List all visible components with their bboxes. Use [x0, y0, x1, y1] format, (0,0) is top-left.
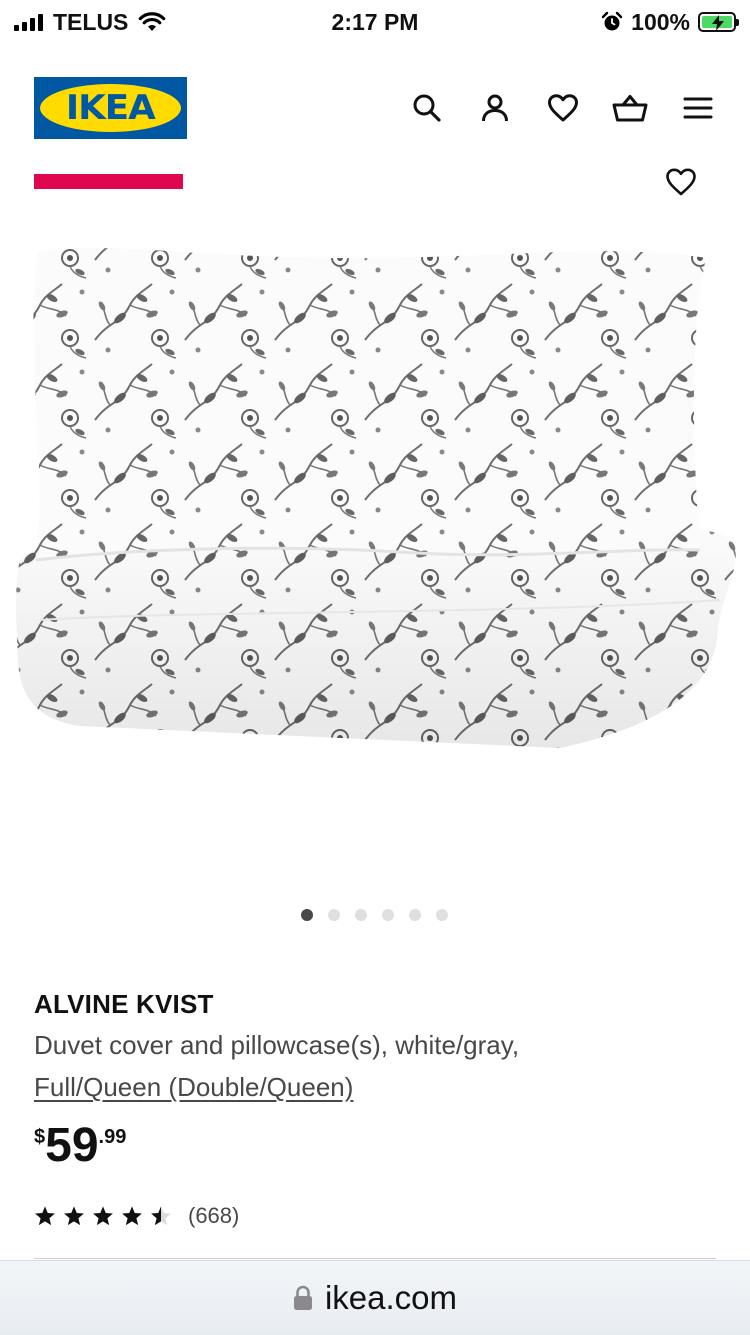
ikea-logo[interactable]: IKEA: [34, 77, 187, 139]
star-icon: [122, 1206, 142, 1226]
carousel-dots: [0, 907, 750, 923]
browser-address-bar[interactable]: ikea.com: [0, 1260, 750, 1335]
signal-bars-icon: [14, 13, 43, 31]
rating-stars: [34, 1205, 172, 1227]
carousel-dot-5[interactable]: [409, 909, 421, 921]
status-bar: TELUS 2:17 PM 100%: [0, 0, 750, 44]
menu-icon[interactable]: [680, 90, 716, 126]
cart-icon[interactable]: [612, 90, 648, 126]
carousel-dot-4[interactable]: [382, 909, 394, 921]
product-name: ALVINE KVIST: [34, 989, 214, 1019]
carrier-label: TELUS: [53, 8, 129, 35]
heart-icon[interactable]: [545, 90, 581, 126]
product-badge: [34, 174, 183, 189]
star-icon: [93, 1206, 113, 1226]
url-text: ikea.com: [324, 1279, 458, 1316]
wifi-icon: [139, 12, 166, 31]
save-favourite-heart-icon[interactable]: [664, 164, 698, 198]
product-rating[interactable]: (668): [34, 1203, 239, 1229]
logo-text: IKEA: [66, 88, 156, 128]
logo-oval: IKEA: [40, 84, 181, 132]
price-decimal: .99: [98, 1126, 127, 1148]
product-size-link[interactable]: Full/Queen (Double/Queen): [34, 1072, 353, 1103]
status-left: TELUS: [0, 9, 166, 36]
section-divider: [34, 1258, 716, 1259]
account-icon[interactable]: [477, 90, 513, 126]
carousel-dot-6[interactable]: [436, 909, 448, 921]
search-icon[interactable]: [409, 90, 445, 126]
lock-icon: [293, 1285, 312, 1310]
price-currency: $: [34, 1126, 46, 1148]
star-icon: [35, 1206, 55, 1226]
carousel-dot-2[interactable]: [328, 909, 340, 921]
status-right: 100%: [601, 9, 750, 36]
battery-percent: 100%: [631, 8, 690, 35]
review-count: (668): [188, 1203, 240, 1228]
alarm-icon: [601, 11, 623, 31]
product-price: $ 59 .99: [34, 1120, 126, 1172]
price-integer: 59: [45, 1119, 99, 1172]
site-header: IKEA: [0, 60, 750, 160]
half-star-icon: [151, 1206, 171, 1226]
product-description: Duvet cover and pillowcase(s), white/gra…: [34, 1030, 520, 1060]
star-icon: [64, 1206, 84, 1226]
carousel-dot-1[interactable]: [301, 909, 313, 921]
product-image[interactable]: [0, 200, 750, 860]
battery-charging-icon: [698, 12, 739, 32]
carousel-dot-3[interactable]: [355, 909, 367, 921]
